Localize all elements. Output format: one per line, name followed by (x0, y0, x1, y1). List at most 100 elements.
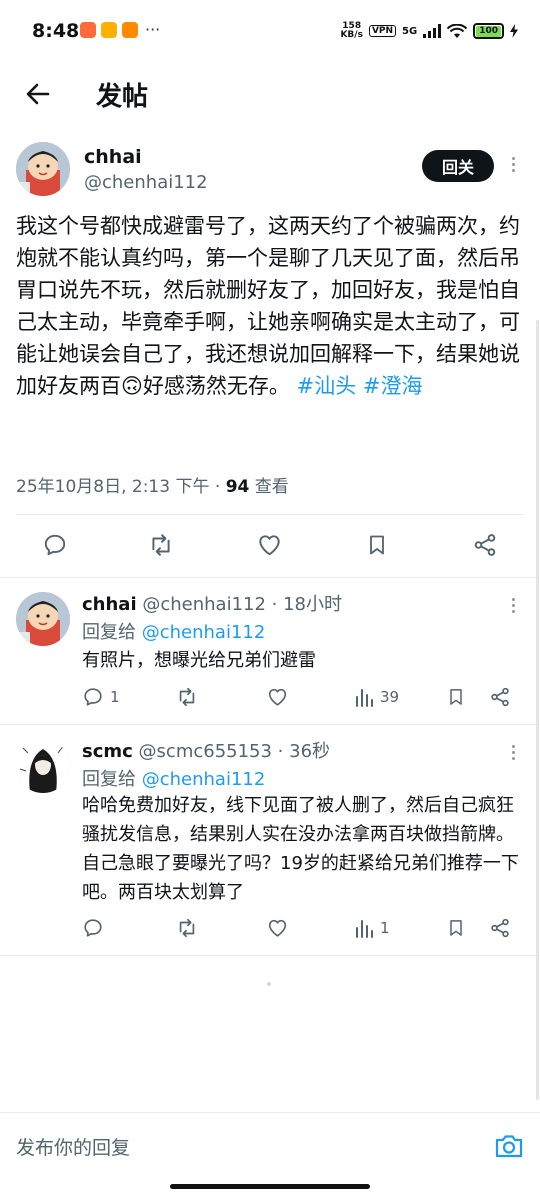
repost-button[interactable] (175, 917, 199, 939)
reply-button[interactable] (42, 532, 68, 558)
share-button[interactable] (472, 532, 498, 558)
comment-icon (44, 534, 66, 556)
top-app-bar: 发帖 (0, 62, 540, 126)
repost-icon (152, 534, 170, 556)
scrollbar[interactable] (536, 320, 539, 1100)
more-notifications-icon: ··· (145, 20, 161, 39)
signal-icon (423, 24, 442, 38)
view-count: 1 (380, 919, 390, 937)
hashtag-link[interactable]: #澄海 (363, 374, 423, 398)
reply-header: chhai @chenhai112 · 18小时 (82, 590, 342, 616)
heart-icon (268, 688, 287, 706)
post-timestamp: 25年10月8日, 2:13 下午 · (16, 477, 226, 497)
reply-author-handle[interactable]: @scmc655153 · 36秒 (139, 741, 331, 762)
network-type: 5G (402, 25, 418, 37)
camera-icon (495, 1135, 523, 1158)
notification-app-icon (101, 22, 117, 38)
reply-author-name[interactable]: chhai (82, 594, 137, 615)
divider (16, 514, 524, 515)
notification-app-icon (122, 22, 138, 38)
more-options-icon[interactable] (510, 157, 516, 172)
like-button[interactable] (266, 917, 289, 939)
share-icon (474, 534, 496, 556)
repost-icon (179, 687, 195, 707)
home-indicator[interactable] (170, 1184, 370, 1189)
status-app-icons: ··· (80, 22, 160, 38)
share-icon (491, 687, 509, 707)
reply-text: 哈哈免费加好友，线下见面了被人删了，然后自己疯狂骚扰发信息，结果别人实在没办法拿… (82, 795, 519, 903)
reply-button[interactable]: 1 (82, 686, 120, 708)
reply-header: scmc @scmc655153 · 36秒 (82, 737, 330, 763)
like-button[interactable] (266, 686, 289, 708)
repost-button[interactable] (147, 532, 175, 558)
avatar-image (16, 592, 70, 646)
post-body: 我这个号都快成避雷号了，这两天约了个被骗两次，约炮就不能认真约吗，第一个是聊了几… (16, 214, 520, 398)
heart-icon (259, 535, 280, 556)
battery-icon: 100 (473, 23, 504, 39)
views-label: 查看 (249, 477, 289, 497)
vpn-icon: VPN (368, 25, 397, 37)
views-count: 94 (225, 477, 250, 497)
avatar[interactable] (16, 142, 70, 196)
bar-chart-icon (356, 689, 373, 707)
reply-button[interactable] (82, 917, 110, 939)
notification-app-icon (80, 22, 96, 38)
share-button[interactable] (489, 917, 511, 939)
page-title: 发帖 (96, 82, 149, 112)
like-button[interactable] (256, 532, 283, 558)
replying-to: 回复给 @chenhai112 (82, 622, 266, 643)
post-actions (0, 526, 540, 566)
back-button[interactable] (24, 80, 52, 108)
repost-icon (179, 918, 195, 938)
avatar-image (16, 739, 70, 793)
repost-button[interactable] (175, 686, 199, 708)
bookmark-icon (450, 689, 462, 705)
bookmark-button[interactable] (446, 686, 466, 708)
heart-icon (268, 919, 287, 937)
avatar[interactable] (16, 592, 70, 646)
bar-chart-icon (356, 920, 373, 938)
wifi-icon (447, 23, 468, 38)
author-name[interactable]: chhai (84, 146, 142, 168)
more-options-icon[interactable] (510, 745, 516, 760)
camera-button[interactable] (494, 1131, 524, 1161)
bookmark-icon (450, 920, 462, 936)
replying-to: 回复给 @chenhai112 (82, 769, 266, 790)
hashtag-link[interactable]: #汕头 (297, 374, 357, 398)
avatar-image (16, 142, 70, 196)
network-speed: 158 KB/s (340, 21, 363, 40)
mention-link[interactable]: @chenhai112 (142, 622, 266, 643)
follow-back-button[interactable]: 回关 (422, 150, 494, 182)
bookmark-button[interactable] (446, 917, 466, 939)
reply-count: 1 (110, 688, 120, 706)
reply-item[interactable]: chhai @chenhai112 · 18小时 回复给 @chenhai112… (0, 578, 540, 724)
share-button[interactable] (489, 686, 511, 708)
reply-composer: 发布你的回复 (0, 1112, 540, 1182)
post-meta: 25年10月8日, 2:13 下午 · 94 查看 (16, 472, 289, 497)
reply-item[interactable]: scmc @scmc655153 · 36秒 回复给 @chenhai112 哈… (0, 725, 540, 955)
share-icon (491, 918, 509, 938)
author-handle[interactable]: @chenhai112 (84, 172, 208, 193)
loading-indicator (267, 982, 271, 986)
views-button[interactable]: 1 (354, 917, 390, 939)
comment-icon (84, 688, 102, 706)
reply-author-handle[interactable]: @chenhai112 · 18小时 (142, 594, 342, 615)
divider (0, 955, 540, 956)
view-count: 39 (380, 688, 400, 706)
comment-icon (84, 919, 102, 937)
avatar[interactable] (16, 739, 70, 793)
views-button[interactable]: 39 (354, 686, 399, 708)
status-system-icons: 158 KB/s VPN 5G 100 (340, 22, 518, 40)
reply-input[interactable]: 发布你的回复 (16, 1133, 130, 1160)
status-bar: 8:48 ··· 158 KB/s VPN 5G 100 (0, 0, 540, 62)
reply-author-name[interactable]: scmc (82, 741, 133, 762)
mention-link[interactable]: @chenhai112 (142, 769, 266, 790)
bookmark-button[interactable] (365, 532, 389, 558)
arrow-left-icon (26, 83, 50, 105)
post-text: 我这个号都快成避雷号了，这两天约了个被骗两次，约炮就不能认真约吗，第一个是聊了几… (16, 210, 526, 402)
reply-text: 有照片，想曝光给兄弟们避雷 (82, 650, 316, 671)
more-options-icon[interactable] (510, 598, 516, 613)
status-time: 8:48 (32, 20, 80, 42)
charging-icon (510, 24, 518, 38)
bookmark-icon (370, 535, 384, 555)
